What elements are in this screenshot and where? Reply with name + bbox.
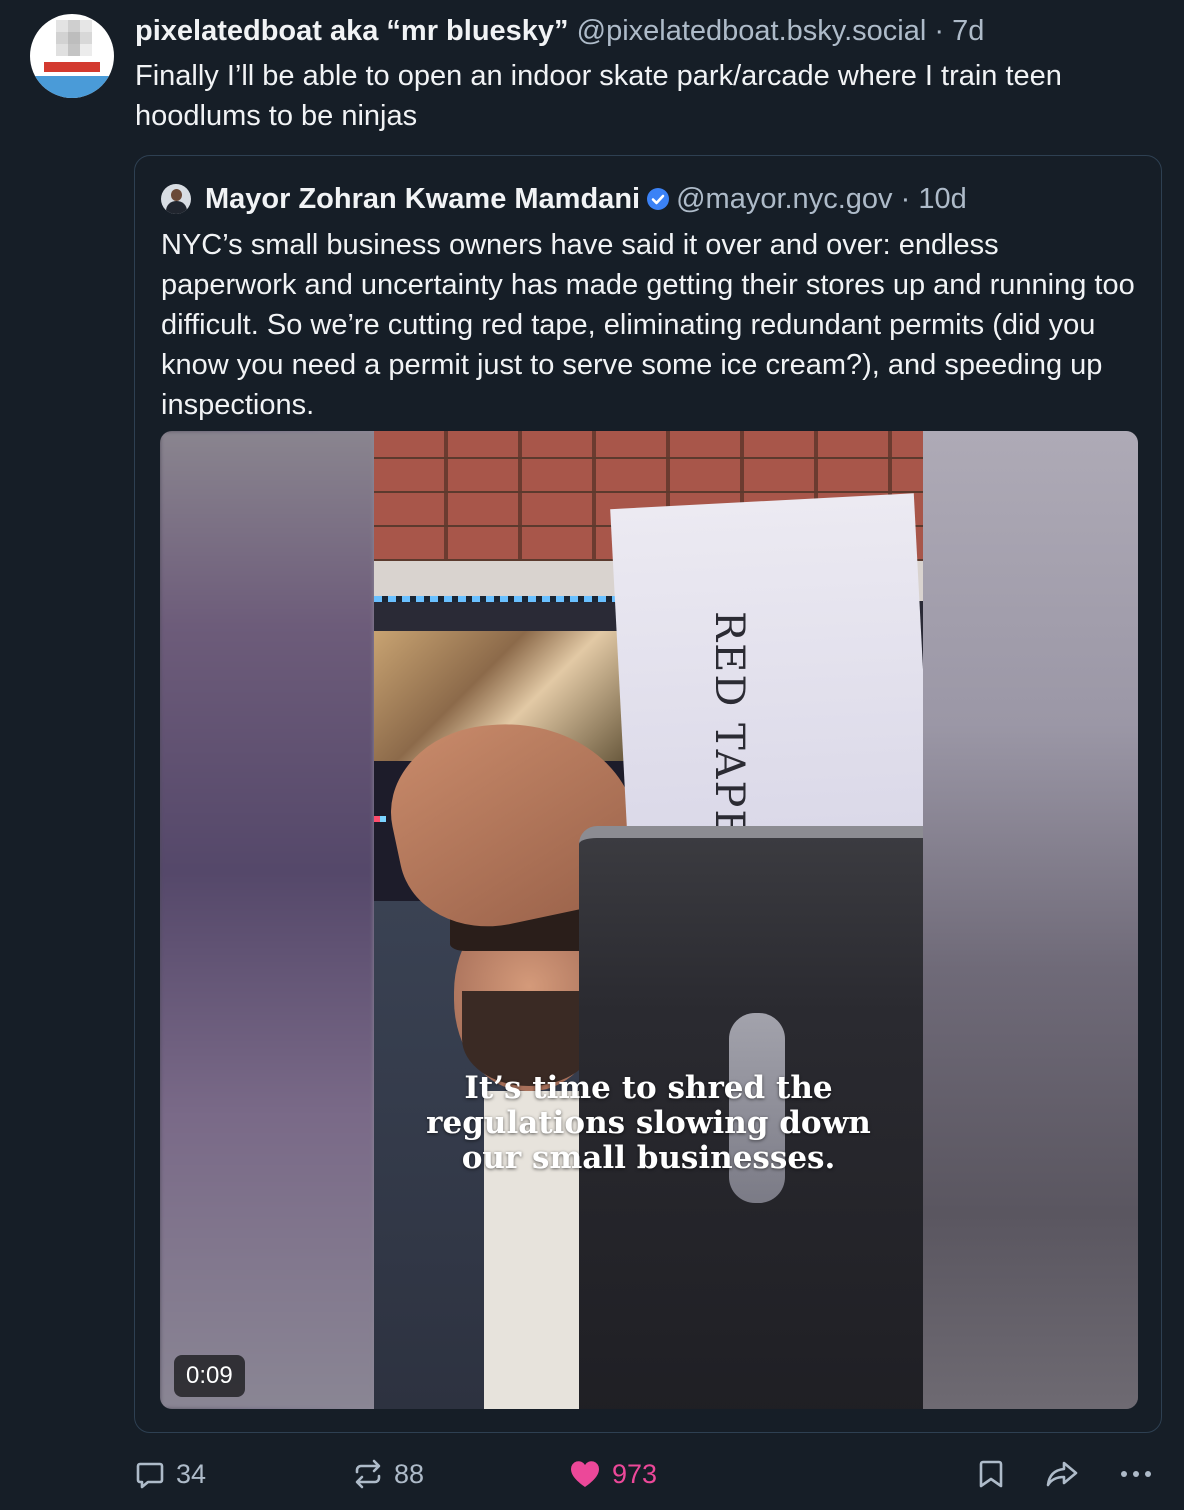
author-handle[interactable]: @pixelatedboat.bsky.social <box>577 15 927 47</box>
share-button[interactable] <box>1044 1452 1080 1496</box>
video-caption: It’s time to shred the regulations slowi… <box>374 1071 923 1176</box>
post-actions: 34 88 973 <box>134 1452 1164 1496</box>
quoted-meta-separator: · <box>900 183 911 215</box>
video-player[interactable]: RED TAPE It’s time to shred the regulati… <box>160 431 1138 1409</box>
video-blur-right <box>923 431 1138 1409</box>
quoted-post-header: Mayor Zohran Kwame Mamdani @mayor.nyc.go… <box>205 180 967 218</box>
quoted-author-handle[interactable]: @mayor.nyc.gov <box>676 183 892 215</box>
heart-icon <box>570 1461 600 1487</box>
red-tape-paper <box>610 493 923 854</box>
reply-button[interactable]: 34 <box>134 1452 206 1496</box>
caption-line-2: regulations slowing down <box>426 1105 871 1141</box>
post-time[interactable]: 7d <box>952 15 984 47</box>
quoted-post[interactable]: Mayor Zohran Kwame Mamdani @mayor.nyc.go… <box>134 155 1162 1433</box>
caption-line-1: It’s time to shred the <box>464 1070 833 1106</box>
author-avatar[interactable] <box>30 14 114 98</box>
post[interactable]: pixelatedboat aka “mr bluesky” @pixelate… <box>0 0 1184 1510</box>
reply-icon <box>136 1462 164 1489</box>
bookmark-button[interactable] <box>976 1452 1006 1496</box>
video-duration: 0:09 <box>174 1355 245 1397</box>
like-button[interactable]: 973 <box>568 1452 657 1496</box>
repost-count: 88 <box>394 1458 425 1489</box>
bookmark-icon <box>979 1460 1003 1488</box>
verified-badge-icon <box>647 188 670 210</box>
quoted-post-time[interactable]: 10d <box>918 183 966 215</box>
meta-separator: · <box>934 15 945 47</box>
repost-button[interactable]: 88 <box>352 1452 424 1496</box>
author-name[interactable]: pixelatedboat aka “mr bluesky” <box>135 15 569 47</box>
repost-icon <box>355 1459 381 1489</box>
caption-line-3: our small businesses. <box>461 1140 836 1176</box>
post-text: Finally I’ll be able to open an indoor s… <box>135 60 1062 132</box>
quoted-author-avatar[interactable] <box>161 184 191 214</box>
video-frame: RED TAPE It’s time to shred the regulati… <box>374 431 923 1409</box>
share-icon <box>1046 1461 1078 1487</box>
quoted-author-name[interactable]: Mayor Zohran Kwame Mamdani <box>205 183 640 215</box>
reply-count: 34 <box>176 1458 207 1489</box>
like-count: 973 <box>612 1458 658 1489</box>
post-header: pixelatedboat aka “mr bluesky” @pixelate… <box>135 12 1165 50</box>
quoted-post-text: NYC’s small business owners have said it… <box>161 229 1135 421</box>
more-options-button[interactable] <box>1118 1452 1154 1496</box>
paper-label: RED TAPE <box>706 611 752 841</box>
more-icon <box>1121 1471 1151 1477</box>
video-blur-left <box>160 431 374 1409</box>
